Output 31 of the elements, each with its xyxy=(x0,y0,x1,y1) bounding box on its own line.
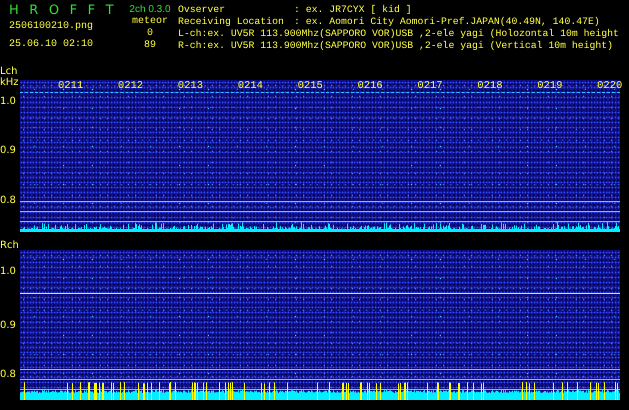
time-label: 0213 xyxy=(178,80,204,92)
channel-label: Lch xyxy=(0,66,18,77)
info-label: Ovserver xyxy=(178,4,226,16)
channel-label: Rch xyxy=(0,240,19,251)
frequency-label: 0.9 xyxy=(0,320,16,331)
frequency-label: 0.8 xyxy=(0,369,16,380)
time-label: 0218 xyxy=(477,80,503,92)
time-label: 0215 xyxy=(298,80,323,92)
meteor-count: 0 xyxy=(146,28,153,40)
time-label: 0211 xyxy=(58,80,84,92)
info-value: : ex. Aomori City Aomori-Pref.JAPAN(40.49N, 140.47E) xyxy=(294,16,600,28)
version-label: 2ch 0.3.0 xyxy=(129,3,171,16)
time-label: 0212 xyxy=(118,80,144,92)
frequency-label: 1.0 xyxy=(0,96,16,107)
time-label: 0219 xyxy=(537,80,562,92)
time-label: 0216 xyxy=(358,80,383,92)
time-label: 0217 xyxy=(417,80,443,92)
unit-label: kHz xyxy=(0,77,19,88)
app-logo: H R O F F T xyxy=(9,3,118,18)
time-label: 0214 xyxy=(238,80,263,92)
frequency-label: 0.8 xyxy=(0,195,16,206)
channel-info: L-ch:ex. UV5R 113.900Mhz(SAPPORO VOR)USB ,2-ele yagi (Holozontal 10m height xyxy=(178,28,619,40)
info-value: : ex. JR7CYX [ kid ] xyxy=(294,4,412,16)
date-time: 25.06.10 02:10 xyxy=(9,39,94,51)
info-label: Receiving Location xyxy=(178,16,285,28)
channel-info: R-ch:ex. UV5R 113.900Mhz(SAPPORO VOR)USB ,2-ele yagi (Vertical 10m height) xyxy=(178,40,614,52)
file-name: 2506100210.png xyxy=(9,21,94,33)
frequency-label: 1.0 xyxy=(0,266,16,277)
meteor-label: meteor xyxy=(132,16,168,28)
meteor-count: 89 xyxy=(144,40,156,52)
frequency-label: 0.9 xyxy=(0,145,16,156)
